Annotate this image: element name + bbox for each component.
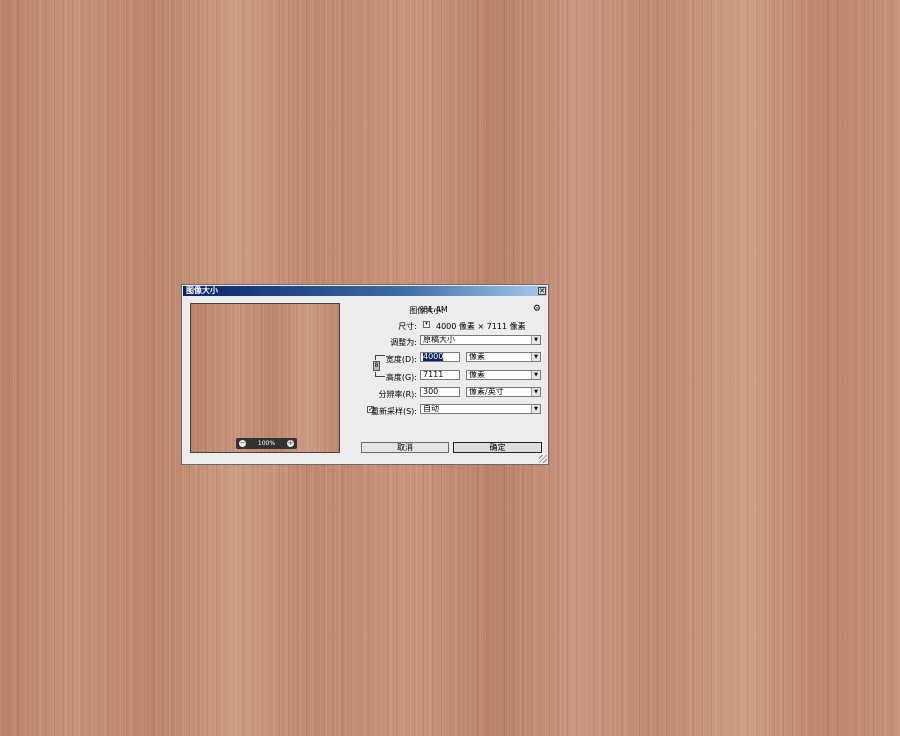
resolution-unit-value: 像素/英寸 bbox=[469, 387, 504, 396]
close-icon[interactable]: ✕ bbox=[538, 287, 546, 295]
resolution-label: 分辨率(R): bbox=[378, 390, 418, 399]
chain-link-icon[interactable]: 8 bbox=[373, 361, 380, 371]
dialog-titlebar[interactable]: 图像大小 ✕ bbox=[183, 286, 547, 296]
width-label: 宽度(D): bbox=[385, 355, 417, 364]
resize-grip[interactable] bbox=[539, 455, 547, 463]
width-input[interactable]: 4000 bbox=[420, 352, 460, 362]
fit-to-value: 原稿大小 bbox=[423, 335, 455, 344]
dimensions-unit-dropdown[interactable]: ▾ bbox=[423, 321, 430, 328]
zoom-control: − 100% + bbox=[236, 438, 297, 449]
image-preview[interactable]: − 100% + bbox=[190, 303, 340, 453]
resolution-unit-select[interactable]: 像素/英寸 ▼ bbox=[466, 387, 541, 397]
image-size-dialog: 图像大小 ✕ − 100% + ⚙ 图像大小: 81.4M 尺寸: ▾ 4000… bbox=[181, 284, 549, 465]
zoom-out-icon[interactable]: − bbox=[239, 440, 246, 447]
height-label: 高度(G): bbox=[385, 373, 417, 382]
cancel-button[interactable]: 取消 bbox=[361, 442, 449, 453]
resample-method-select[interactable]: 自动 ▼ bbox=[420, 404, 541, 414]
chevron-down-icon: ▼ bbox=[531, 371, 540, 379]
chevron-down-icon: ▼ bbox=[531, 388, 540, 396]
dimensions-label: 尺寸: bbox=[398, 322, 417, 331]
link-bracket-top bbox=[375, 355, 385, 360]
link-bracket-bottom bbox=[375, 372, 385, 377]
fit-to-select[interactable]: 原稿大小 ▼ bbox=[420, 335, 541, 345]
height-value: 7111 bbox=[423, 370, 444, 379]
zoom-level: 100% bbox=[257, 440, 276, 447]
ok-button[interactable]: 确定 bbox=[453, 442, 542, 453]
height-input[interactable]: 7111 bbox=[420, 370, 460, 380]
resolution-value: 300 bbox=[423, 387, 439, 396]
zoom-in-icon[interactable]: + bbox=[287, 440, 294, 447]
height-unit-value: 像素 bbox=[469, 370, 485, 379]
resample-method-value: 自动 bbox=[423, 404, 439, 413]
chevron-down-icon: ▼ bbox=[531, 336, 540, 344]
height-unit-select[interactable]: 像素 ▼ bbox=[466, 370, 541, 380]
dialog-title: 图像大小 bbox=[186, 286, 218, 295]
dimensions-value: 4000 像素 × 7111 像素 bbox=[436, 322, 526, 331]
fit-to-label: 调整为: bbox=[390, 338, 417, 347]
resample-label: 重新采样(S): bbox=[370, 407, 417, 416]
gear-icon[interactable]: ⚙ bbox=[533, 305, 541, 314]
width-unit-select[interactable]: 像素 ▼ bbox=[466, 352, 541, 362]
image-size-value: 81.4M bbox=[423, 305, 448, 314]
width-unit-value: 像素 bbox=[469, 352, 485, 361]
width-value: 4000 bbox=[423, 352, 444, 361]
chevron-down-icon: ▼ bbox=[531, 353, 540, 361]
resolution-input[interactable]: 300 bbox=[420, 387, 460, 397]
chevron-down-icon: ▼ bbox=[531, 405, 540, 413]
